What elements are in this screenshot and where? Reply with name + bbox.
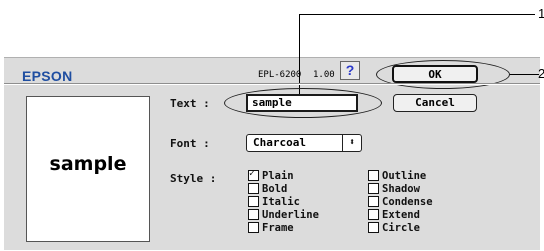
checkbox-label: Frame [262, 221, 294, 234]
checkbox-label: Underline [262, 208, 319, 221]
checkbox-checked-icon [248, 168, 259, 181]
checkbox-icon [368, 183, 379, 194]
help-button[interactable]: ? [340, 61, 360, 80]
checkbox-icon [368, 209, 379, 220]
ok-button[interactable]: OK [392, 65, 478, 83]
callout-number-1: 1 [538, 6, 544, 21]
checkbox-circle[interactable]: Circle [368, 221, 433, 234]
question-icon: ? [345, 62, 355, 78]
font-select[interactable]: Charcoal ⬍ [246, 134, 362, 152]
checkbox-bold[interactable]: Bold [248, 182, 319, 195]
cancel-button[interactable]: Cancel [393, 94, 477, 112]
text-label: Text : [170, 97, 210, 110]
header-divider-highlight [4, 84, 540, 85]
font-select-value: Charcoal [253, 136, 306, 149]
checkbox-frame[interactable]: Frame [248, 221, 319, 234]
style-options-left: Plain Bold Italic Underline Frame [248, 168, 319, 234]
checkbox-icon [368, 222, 379, 233]
text-input[interactable]: sample [246, 94, 358, 112]
checkbox-label: Plain [262, 169, 294, 182]
style-label: Style : [170, 172, 217, 185]
epson-logo: EPSON [22, 68, 73, 84]
callout-line-1-horizontal [299, 14, 535, 15]
preview-box: sample [26, 96, 150, 242]
checkbox-label: Bold [262, 182, 288, 195]
checkbox-underline[interactable]: Underline [248, 208, 319, 221]
callout-number-2: 2 [538, 66, 544, 81]
checkbox-label: Italic [262, 195, 300, 208]
checkbox-condense[interactable]: Condense [368, 195, 433, 208]
checkbox-icon [248, 196, 259, 207]
checkbox-italic[interactable]: Italic [248, 195, 319, 208]
checkbox-outline[interactable]: Outline [368, 169, 433, 182]
preview-text: sample [49, 153, 127, 175]
callout-line-2 [509, 74, 539, 75]
checkbox-extend[interactable]: Extend [368, 208, 433, 221]
checkbox-icon [248, 209, 259, 220]
version-number: 1.00 [313, 70, 335, 80]
checkbox-label: Circle [382, 221, 420, 234]
checkbox-label: Condense [382, 195, 433, 208]
font-label: Font : [170, 137, 210, 150]
checkbox-icon [368, 196, 379, 207]
checkbox-plain[interactable]: Plain [248, 168, 319, 182]
checkbox-icon [368, 170, 379, 181]
checkbox-label: Shadow [382, 182, 420, 195]
style-options-right: Outline Shadow Condense Extend Circle [368, 169, 433, 234]
checkbox-label: Extend [382, 208, 420, 221]
checkbox-label: Outline [382, 169, 427, 182]
printer-model: EPL-6200 [258, 70, 302, 80]
checkbox-icon [248, 183, 259, 194]
checkbox-icon [248, 222, 259, 233]
checkbox-shadow[interactable]: Shadow [368, 182, 433, 195]
up-down-arrow-icon: ⬍ [342, 135, 361, 151]
